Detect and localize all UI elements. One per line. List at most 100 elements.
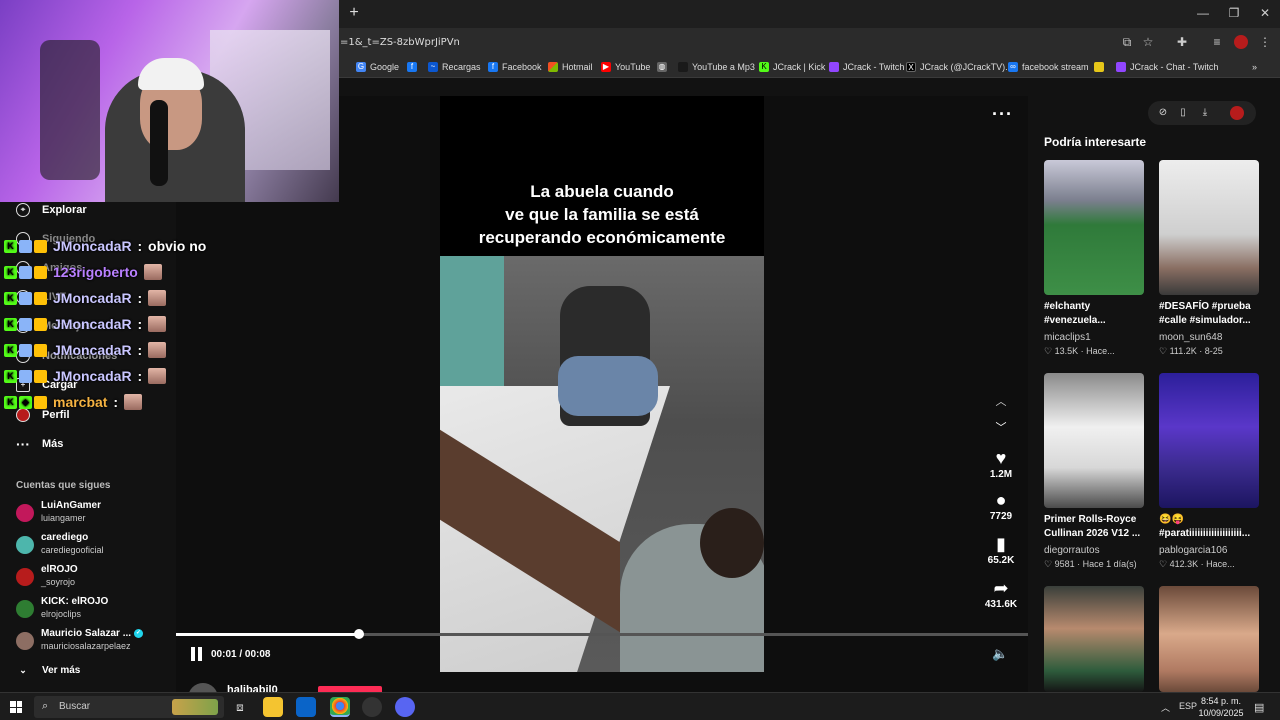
bookmark-facebook-stream[interactable]: ∞ facebook stream: [1008, 60, 1089, 74]
video-thumbnail[interactable]: [1044, 373, 1144, 508]
bookmark-youtube[interactable]: ▶ YouTube: [601, 60, 650, 74]
bookmark-facebook[interactable]: f Facebook: [488, 60, 542, 74]
emote-icon: [124, 394, 143, 410]
url-text[interactable]: =1&_t=ZS-8zbWprJiPVn: [340, 37, 460, 48]
badge-icon: [19, 265, 32, 279]
extensions-icon[interactable]: ✚: [1175, 35, 1189, 49]
bookmark-jcrack-chat[interactable]: [1094, 60, 1104, 74]
language-indicator[interactable]: ESP: [1179, 701, 1197, 711]
following-title: Cuentas que sigues: [16, 480, 111, 491]
share-button[interactable]: ➦ 431.6K: [982, 577, 1020, 610]
like-button[interactable]: ♥ 1.2M: [982, 447, 1020, 480]
video-thumbnail[interactable]: [1159, 373, 1259, 508]
followed-account[interactable]: elROJO _soyrojo: [16, 564, 166, 590]
task-view-icon[interactable]: ⧈: [230, 697, 250, 717]
media-icon[interactable]: ≡: [1210, 35, 1224, 49]
bookmark-facebook-icon[interactable]: f: [407, 60, 417, 74]
outlook-icon[interactable]: [296, 697, 316, 717]
file-explorer-icon[interactable]: [263, 697, 283, 717]
webcam-overlay: [0, 0, 339, 202]
clock[interactable]: 8:54 p. m. 10/09/2025: [1196, 695, 1246, 719]
nav-explorar[interactable]: ⌖ Explorar: [16, 200, 87, 220]
chat-message: K ◆ marcbat :: [4, 393, 143, 411]
video-scene: [440, 256, 764, 672]
bookmark-hotmail[interactable]: Hotmail: [548, 60, 593, 74]
taskbar-search[interactable]: ⌕ Buscar: [34, 696, 224, 718]
bookmark-globe-icon[interactable]: ◍: [657, 60, 667, 74]
link-icon[interactable]: ⊘: [1156, 106, 1170, 120]
followed-account[interactable]: KICK: elROJO elrojoclips: [16, 596, 166, 622]
see-more-button[interactable]: ⌄ Ver más: [16, 660, 80, 680]
tray-chevron-icon[interactable]: ︿: [1161, 701, 1170, 714]
video-thumbnail[interactable]: [1044, 160, 1144, 295]
emote-icon: [148, 342, 167, 358]
bookmark-jcrack-chat-twitch[interactable]: JCrack - Chat - Twitch: [1116, 60, 1218, 74]
video-time: 00:01 / 00:08: [211, 649, 271, 660]
verified-icon: ✓: [134, 628, 144, 638]
volume-icon[interactable]: 🔈: [992, 646, 1008, 662]
crown-icon: [34, 343, 47, 357]
search-highlight-image: [172, 699, 218, 715]
bookmark-jcrack-kick[interactable]: K JCrack | Kick: [759, 60, 825, 74]
right-toolbar: ⊘ ▯ ⤓: [1148, 101, 1256, 125]
star-icon[interactable]: ☆: [1141, 35, 1155, 49]
video-caption: La abuela cuando ve que la familia se es…: [478, 182, 726, 247]
heart-outline-icon: ♡: [1159, 346, 1168, 356]
video-thumbnail[interactable]: [1159, 586, 1259, 692]
video-frame[interactable]: La abuela cuando ve que la familia se es…: [440, 96, 764, 672]
notifications-icon[interactable]: ▤: [1254, 701, 1264, 714]
followed-account[interactable]: LuiAnGamer luiangamer: [16, 500, 166, 526]
restore-button[interactable]: ❐: [1219, 4, 1249, 22]
windows-start-icon[interactable]: [10, 701, 22, 713]
badge-icon: [19, 239, 32, 253]
badge-icon: ◆: [19, 395, 32, 409]
chat-message: K JMoncadaR : obvio no: [4, 237, 206, 255]
emote-icon: [148, 316, 167, 332]
video-thumbnail[interactable]: [1159, 160, 1259, 295]
progress-bar[interactable]: [176, 629, 1028, 639]
progress-fill: [176, 633, 360, 636]
chrome-icon[interactable]: [330, 697, 350, 717]
bookmark-jcrack-twitch[interactable]: JCrack - Twitch: [829, 60, 904, 74]
emote-icon: [148, 290, 167, 306]
heart-outline-icon: ♡: [1159, 559, 1168, 569]
close-window-button[interactable]: ✕: [1250, 4, 1280, 22]
followed-account[interactable]: carediego carediegooficial: [16, 532, 166, 558]
next-video-icon[interactable]: ﹀: [992, 419, 1010, 434]
followed-account[interactable]: Mauricio Salazar ... ✓ mauriciosalazarpela…: [16, 628, 166, 654]
comment-icon: ●: [995, 490, 1007, 510]
chat-message: K JMoncadaR :: [4, 315, 167, 333]
previous-video-icon[interactable]: ︿: [992, 393, 1010, 408]
phone-icon[interactable]: ▯: [1176, 106, 1190, 120]
kick-badge-icon: K: [4, 291, 17, 305]
emote-icon: [148, 368, 167, 384]
more-options-icon[interactable]: ···: [992, 104, 1013, 125]
heart-outline-icon: ♡: [1044, 346, 1053, 356]
comment-button[interactable]: ● 7729: [982, 489, 1020, 522]
crown-icon: [34, 239, 47, 253]
bookmark-recargas[interactable]: ~ Recargas: [428, 60, 481, 74]
emote-icon: [143, 264, 162, 280]
download-icon[interactable]: ⤓: [1198, 106, 1212, 120]
profile-icon[interactable]: [1234, 35, 1248, 49]
obs-icon[interactable]: [362, 697, 382, 717]
kick-badge-icon: K: [4, 239, 17, 253]
save-button[interactable]: ▮ 65.2K: [982, 533, 1020, 566]
extension-avatar-icon[interactable]: [1230, 106, 1244, 120]
bookmark-jcrack-x[interactable]: X JCrack (@JCrackTV)...: [906, 60, 1013, 74]
bookmark-google[interactable]: G Google: [356, 60, 399, 74]
video-thumbnail[interactable]: [1044, 586, 1144, 692]
discord-icon[interactable]: [395, 697, 415, 717]
kick-badge-icon: K: [4, 317, 17, 331]
chat-message: K JMoncadaR :: [4, 289, 167, 307]
new-tab-button[interactable]: +: [346, 5, 362, 21]
pause-button[interactable]: [188, 646, 204, 662]
cast-icon[interactable]: ⧉: [1120, 35, 1134, 49]
nav-mas[interactable]: ··· Más: [16, 434, 63, 454]
bookmark-youtube-mp3[interactable]: YouTube a Mp3: [678, 60, 755, 74]
bookmarks-overflow-icon[interactable]: »: [1252, 60, 1257, 74]
badge-icon: [19, 343, 32, 357]
share-icon: ➦: [993, 578, 1009, 598]
minimize-button[interactable]: —: [1188, 4, 1218, 22]
menu-icon[interactable]: ⋮: [1258, 35, 1272, 49]
